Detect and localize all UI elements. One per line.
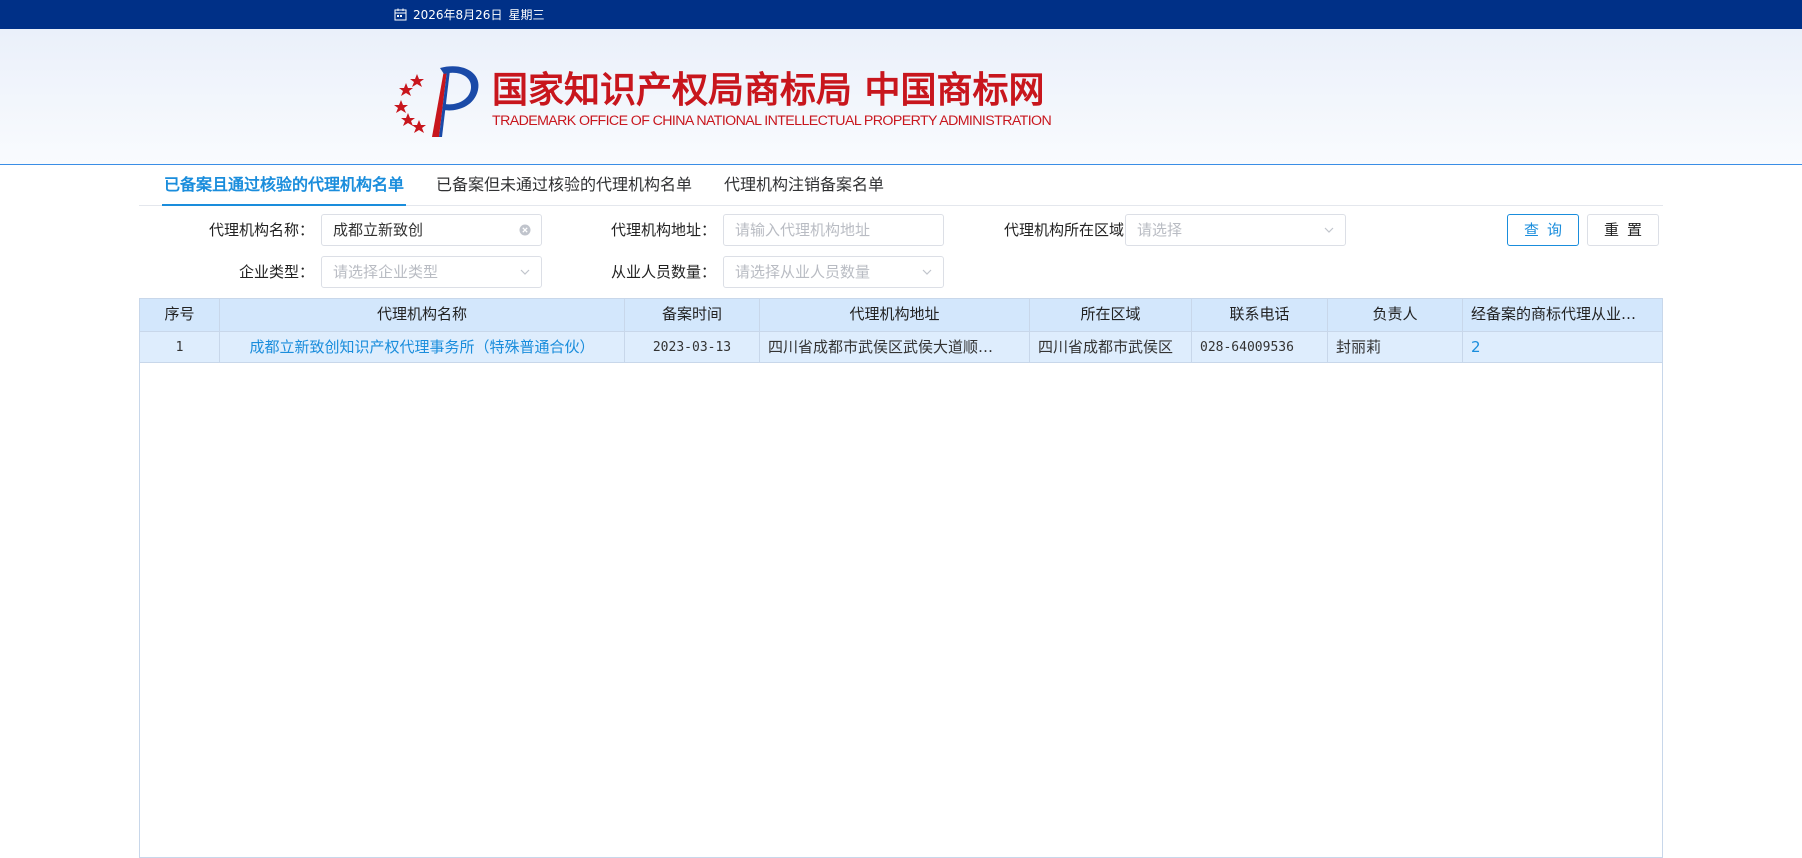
cell-person-in-charge: 封丽莉 [1328, 332, 1463, 362]
date-text: 2026年8月26日 [413, 8, 503, 22]
column-header-phone: 联系电话 [1192, 299, 1328, 331]
cell-filing-date: 2023-03-13 [625, 332, 760, 362]
top-bar: 2026年8月26日 星期三 [0, 0, 1802, 29]
cell-region: 四川省成都市武侯区 [1030, 332, 1192, 362]
agency-address-input[interactable]: 请输入代理机构地址 [723, 214, 944, 246]
agency-name-value: 成都立新致创 [333, 221, 424, 239]
query-button[interactable]: 查询 [1507, 214, 1579, 246]
enterprise-type-placeholder: 请选择企业类型 [333, 263, 439, 281]
agency-region-select[interactable]: 请选择 [1125, 214, 1346, 246]
column-header-region: 所在区域 [1030, 299, 1192, 331]
cell-address: 四川省成都市武侯区武侯大道顺… [760, 332, 1030, 362]
trademark-office-emblem-icon [394, 66, 479, 137]
staff-count-label: 从业人员数量： [610, 263, 716, 281]
enterprise-type-select[interactable]: 请选择企业类型 [321, 256, 542, 288]
column-header-index: 序号 [140, 299, 220, 331]
cell-staff-count-link[interactable]: 2 [1463, 332, 1662, 362]
site-logo[interactable]: 国家知识产权局商标局 中国商标网 TRADEMARK OFFICE OF CHI… [392, 60, 1082, 138]
agency-address-label: 代理机构地址： [610, 221, 716, 239]
logo-title-cn: 国家知识产权局商标局 中国商标网 [492, 68, 1045, 111]
tab-cancelled-agencies[interactable]: 代理机构注销备案名单 [722, 166, 886, 206]
column-header-person-in-charge: 负责人 [1328, 299, 1463, 331]
agency-table: 序号 代理机构名称 备案时间 代理机构地址 所在区域 联系电话 负责人 经备案的… [139, 298, 1663, 858]
search-form-row-1: 代理机构名称： 成都立新致创 代理机构地址： 请输入代理机构地址 代理机构所在区… [139, 214, 1663, 246]
calendar-icon [394, 8, 407, 21]
staff-count-placeholder: 请选择从业人员数量 [735, 263, 871, 281]
tab-verified-agencies[interactable]: 已备案且通过核验的代理机构名单 [162, 166, 407, 206]
staff-count-select[interactable]: 请选择从业人员数量 [723, 256, 944, 288]
current-date: 2026年8月26日 星期三 [394, 7, 544, 22]
weekday-text: 星期三 [508, 8, 545, 22]
table-row[interactable]: 1 成都立新致创知识产权代理事务所（特殊普通合伙） 2023-03-13 四川省… [140, 331, 1662, 363]
reset-button[interactable]: 重置 [1587, 214, 1659, 246]
cell-phone: 028-64009536 [1192, 332, 1328, 362]
table-header: 序号 代理机构名称 备案时间 代理机构地址 所在区域 联系电话 负责人 经备案的… [140, 299, 1662, 331]
agency-name-label: 代理机构名称： [208, 221, 314, 239]
chevron-down-icon [922, 269, 932, 275]
logo-title-en: TRADEMARK OFFICE OF CHINA NATIONAL INTEL… [492, 112, 1052, 129]
site-header: 国家知识产权局商标局 中国商标网 TRADEMARK OFFICE OF CHI… [0, 29, 1802, 165]
enterprise-type-label: 企业类型： [238, 263, 314, 281]
column-header-agency-name: 代理机构名称 [220, 299, 625, 331]
tab-unverified-agencies[interactable]: 已备案但未通过核验的代理机构名单 [434, 166, 694, 206]
cell-agency-name-link[interactable]: 成都立新致创知识产权代理事务所（特殊普通合伙） [220, 332, 625, 362]
column-header-address: 代理机构地址 [760, 299, 1030, 331]
list-tabs: 已备案且通过核验的代理机构名单 已备案但未通过核验的代理机构名单 代理机构注销备… [139, 166, 1663, 206]
column-header-filing-date: 备案时间 [625, 299, 760, 331]
agency-region-placeholder: 请选择 [1137, 221, 1183, 239]
chevron-down-icon [520, 269, 530, 275]
chevron-down-icon [1324, 227, 1334, 233]
column-header-staff-count: 经备案的商标代理从业… [1471, 305, 1637, 323]
cell-index: 1 [140, 332, 220, 362]
agency-region-label: 代理机构所在区域： [1003, 221, 1139, 239]
clear-circle-icon[interactable] [519, 224, 531, 236]
search-form-row-2: 企业类型： 请选择企业类型 从业人员数量： 请选择从业人员数量 [139, 256, 1663, 288]
agency-name-input[interactable]: 成都立新致创 [321, 214, 542, 246]
